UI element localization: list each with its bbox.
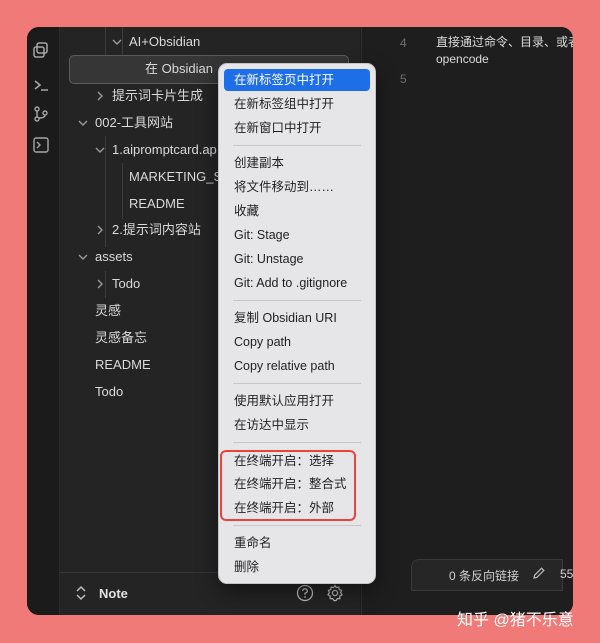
chevron-right-icon (95, 271, 105, 297)
menu-item-open-new-tab[interactable]: 在新标签页中打开 (224, 69, 370, 91)
tree-file-marketing[interactable]: MARKETING_S (129, 164, 222, 190)
tree-folder-label: assets (95, 249, 133, 264)
tree-file-readme[interactable]: README (95, 352, 151, 378)
menu-item-bookmark[interactable]: 收藏 (224, 200, 370, 222)
chevron-down-icon (78, 244, 88, 270)
menu-separator (233, 383, 361, 384)
editor-line-text[interactable]: opencode (436, 51, 489, 68)
annotation-highlight-box (220, 450, 356, 521)
menu-item-open-new-window[interactable]: 在新窗口中打开 (224, 117, 370, 139)
menu-item-move-file[interactable]: 将文件移动到…… (224, 176, 370, 198)
menu-separator (233, 300, 361, 301)
menu-item-git-stage[interactable]: Git: Stage (224, 224, 370, 246)
terminal-icon[interactable] (32, 76, 52, 96)
vault-switch-icon[interactable] (75, 585, 87, 606)
editor-pane: 4 直接通过命令、目录、或者 opencode 5 (361, 27, 573, 615)
tree-folder-label: 提示词卡片生成 (112, 88, 204, 103)
menu-item-open-default-app[interactable]: 使用默认应用打开 (224, 390, 370, 412)
watermark: 知乎 @猪不乐意 (457, 612, 574, 629)
tree-folder-label: Todo (112, 276, 141, 291)
menu-item-make-copy[interactable]: 创建副本 (224, 152, 370, 174)
left-ribbon (27, 27, 60, 615)
menu-item-reveal-finder[interactable]: 在访达中显示 (224, 414, 370, 436)
vault-name[interactable]: Note (99, 586, 128, 601)
tree-folder-label: 2.提示词内容站 (112, 222, 201, 237)
word-count: 55 (560, 567, 574, 581)
tree-file-todo[interactable]: Todo (95, 379, 123, 405)
menu-item-git-add-gitignore[interactable]: Git: Add to .gitignore (224, 272, 370, 294)
copy-icon[interactable] (32, 41, 52, 61)
tree-file-label: README (95, 357, 151, 372)
chevron-down-icon (95, 137, 105, 163)
chevron-down-icon (112, 29, 122, 55)
tree-guide (122, 163, 123, 219)
terminal-box-icon[interactable] (32, 136, 52, 156)
tree-guide (105, 27, 106, 56)
backlinks-count[interactable]: 0 条反向链接 (449, 567, 519, 584)
tree-guide (105, 136, 106, 247)
tree-file-readme-nested[interactable]: README (129, 191, 185, 217)
tree-folder-label: 1.aipromptcard.ap (112, 142, 217, 157)
tree-file-inspiration-memo[interactable]: 灵感备忘 (95, 325, 147, 351)
tree-file-label: Todo (95, 384, 124, 399)
chevron-right-icon (95, 83, 105, 109)
tree-file-label: README (129, 196, 185, 211)
tree-folder-label: 002-工具网站 (95, 115, 174, 130)
menu-item-copy-path[interactable]: Copy path (224, 331, 370, 353)
git-branch-icon[interactable] (32, 105, 52, 125)
tree-file-label: 灵感备忘 (95, 330, 148, 345)
tree-file-inspiration[interactable]: 灵感 (95, 298, 121, 324)
editor-line-text[interactable]: 直接通过命令、目录、或者 (436, 34, 573, 51)
tree-file-selected[interactable]: 在 Obsidian (145, 56, 213, 82)
tree-file-label: 灵感 (95, 303, 122, 318)
menu-item-copy-obsidian-uri[interactable]: 复制 Obsidian URI (224, 307, 370, 329)
menu-separator (233, 442, 361, 443)
line-number: 5 (400, 72, 407, 86)
menu-item-delete[interactable]: 删除 (224, 556, 370, 578)
menu-item-copy-relative-path[interactable]: Copy relative path (224, 355, 370, 377)
tree-folder-label: AI+Obsidian (129, 34, 201, 49)
tree-file-label: MARKETING_S (129, 169, 223, 184)
help-icon[interactable] (296, 584, 314, 607)
menu-item-git-unstage[interactable]: Git: Unstage (224, 248, 370, 270)
tree-guide (105, 271, 106, 298)
chevron-down-icon (78, 110, 88, 136)
tree-file-label: 在 Obsidian (145, 61, 213, 76)
chevron-right-icon (95, 217, 105, 243)
line-number: 4 (400, 36, 407, 50)
menu-separator (233, 525, 361, 526)
status-bar: 0 条反向链接 55 (411, 559, 573, 591)
menu-item-open-new-tab-group[interactable]: 在新标签组中打开 (224, 93, 370, 115)
menu-item-rename[interactable]: 重命名 (224, 532, 370, 554)
menu-separator (233, 145, 361, 146)
settings-gear-icon[interactable] (326, 584, 344, 607)
pencil-icon[interactable] (532, 566, 546, 585)
